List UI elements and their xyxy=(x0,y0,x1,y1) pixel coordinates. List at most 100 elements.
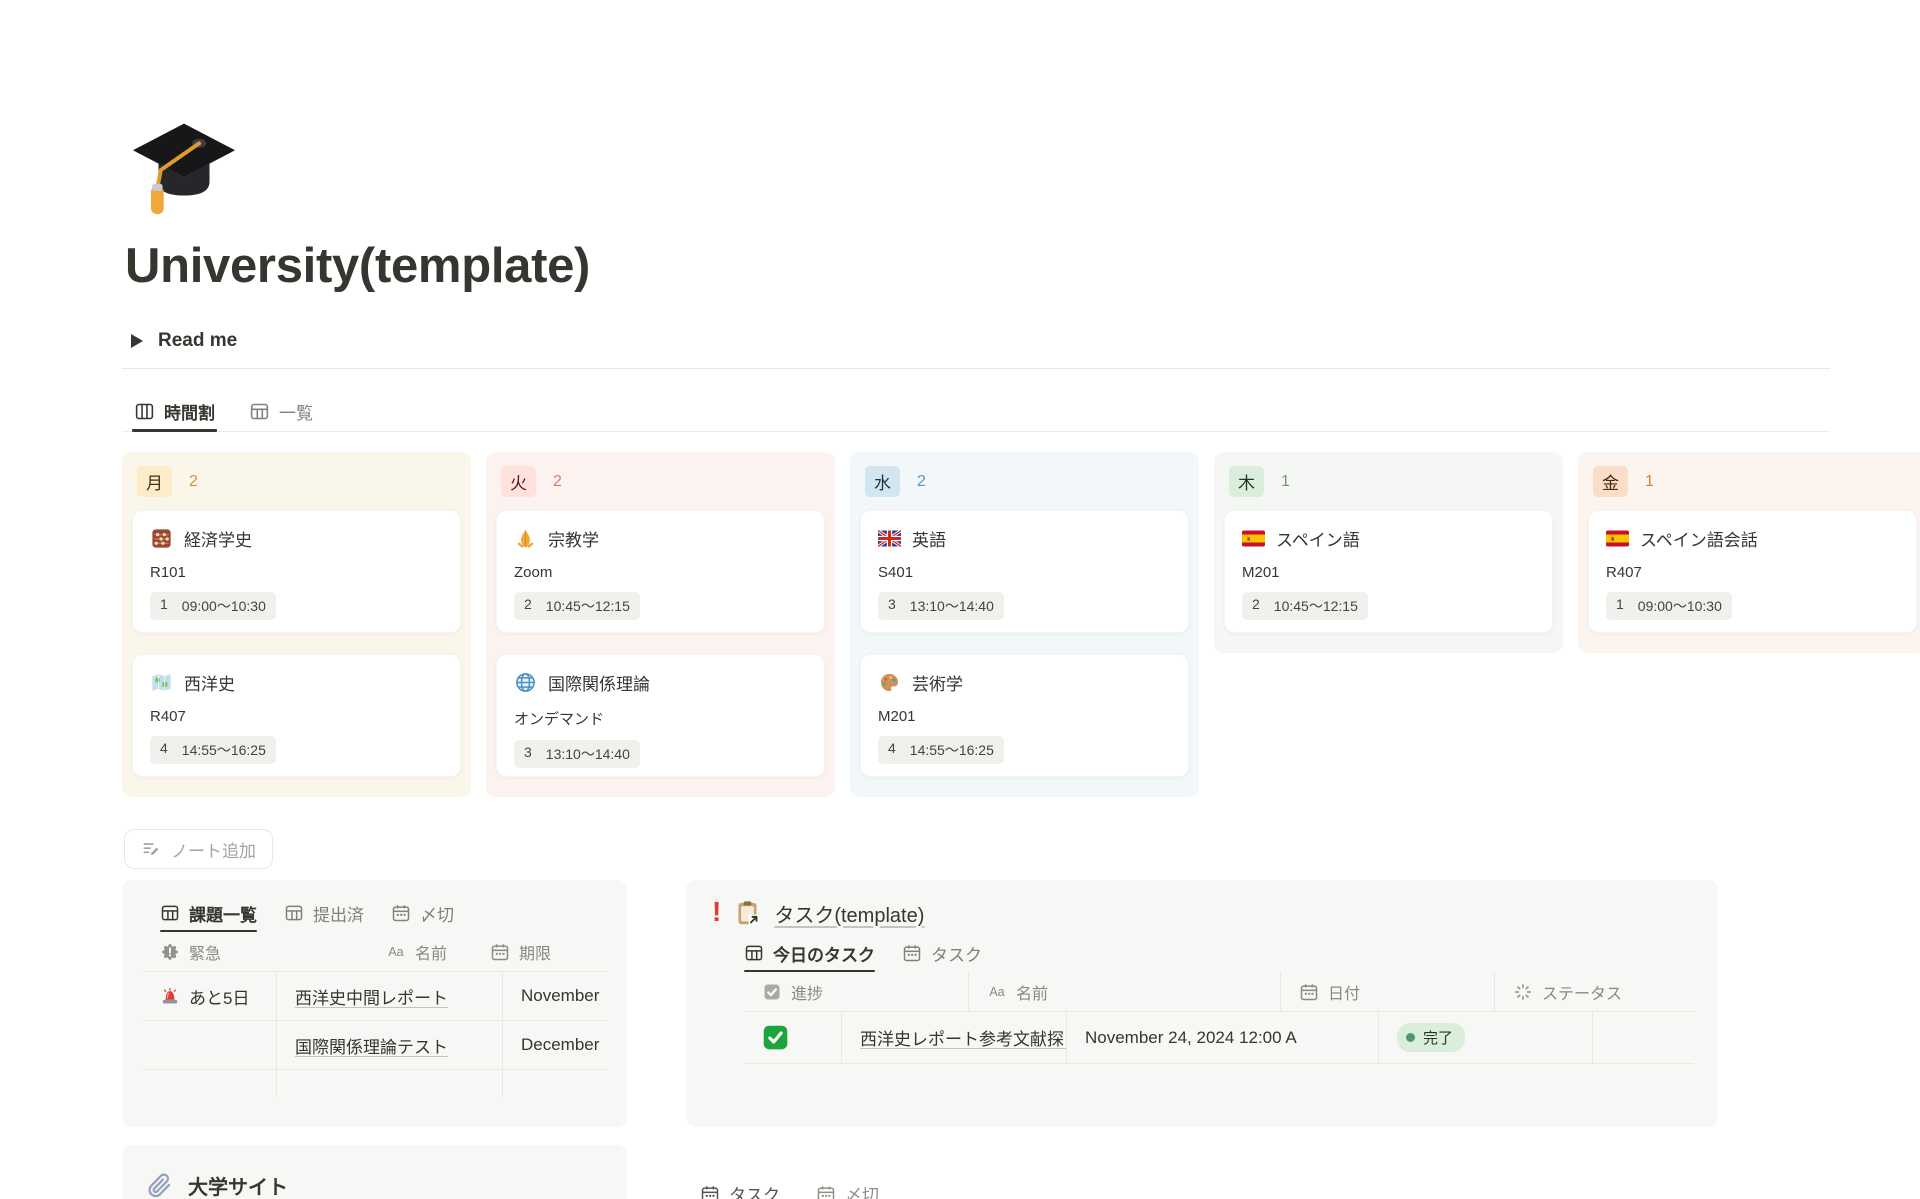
board-icon xyxy=(134,401,155,422)
task-link[interactable]: 西洋史レポート参考文献探し xyxy=(860,1025,1067,1050)
view-tab[interactable]: 時間割 xyxy=(132,392,217,431)
assignments-header-row: 緊急 Aa 名前 期限 xyxy=(142,932,607,972)
readme-toggle[interactable]: Read me xyxy=(131,330,237,352)
due-cell: December xyxy=(503,1021,607,1069)
tasks-tab[interactable]: 今日のタスク xyxy=(744,934,875,972)
class-card[interactable]: 経済学史 R101 1 09:00〜10:30 xyxy=(132,510,461,633)
urgent-cell xyxy=(142,1021,277,1069)
column-header[interactable]: Aa 名前 xyxy=(969,972,1281,1011)
column-header-label: 名前 xyxy=(1016,980,1048,1004)
view-tab[interactable]: 一覧 xyxy=(247,392,315,431)
date-cell: November 24, 2024 12:00 A xyxy=(1067,1012,1379,1063)
card-count: 2 xyxy=(917,473,926,491)
class-period: 3 xyxy=(524,744,532,764)
day-badge: 月 xyxy=(137,466,172,497)
compose-icon xyxy=(141,839,161,859)
links-panel: 大学サイト xyxy=(122,1145,627,1199)
board-column-header[interactable]: 火 2 xyxy=(501,466,820,497)
class-card[interactable]: 英語 S401 3 13:10〜14:40 xyxy=(860,510,1189,633)
column-header[interactable]: 日付 xyxy=(1281,972,1495,1011)
class-period: 2 xyxy=(524,596,532,616)
class-time: 13:10〜14:40 xyxy=(546,744,630,764)
pray-icon xyxy=(514,527,537,550)
board-column-header[interactable]: 月 2 xyxy=(137,466,456,497)
add-note-button[interactable]: ノート追加 xyxy=(124,829,273,869)
bottom-tab-label: 〆切 xyxy=(845,1181,879,1199)
assignments-tab[interactable]: 課題一覧 xyxy=(160,894,257,932)
due-label: December xyxy=(521,1035,599,1055)
card-list: 宗教学 Zoom 2 10:45〜12:15 国際関係理論 xyxy=(496,510,825,777)
class-card[interactable]: 芸術学 M201 4 14:55〜16:25 xyxy=(860,654,1189,777)
card-list: 経済学史 R101 1 09:00〜10:30 西洋史 xyxy=(132,510,461,777)
column-header[interactable]: ステータス xyxy=(1495,972,1632,1011)
bottom-tab-label: タスク xyxy=(729,1181,780,1199)
view-tab-label: 一覧 xyxy=(279,399,313,424)
day-badge: 水 xyxy=(865,466,900,497)
board-column-header[interactable]: 金 1 xyxy=(1593,466,1912,497)
class-name: 宗教学 xyxy=(548,526,599,551)
tasks-tab-label: 今日のタスク xyxy=(773,941,875,966)
tasks-header-row: 進捗 Aa 名前 日付 ステータス xyxy=(744,972,1694,1012)
class-period: 4 xyxy=(888,740,896,760)
class-time-pill: 4 14:55〜16:25 xyxy=(150,736,276,764)
class-card[interactable]: 国際関係理論 オンデマンド 3 13:10〜14:40 xyxy=(496,654,825,777)
column-header-label: 進捗 xyxy=(791,980,823,1004)
uk-flag-icon xyxy=(878,527,901,550)
column-header-label: 期限 xyxy=(519,940,551,964)
readme-label: Read me xyxy=(158,330,237,352)
tasks-tabs: 今日のタスク タスク xyxy=(744,934,1694,972)
class-time-pill: 2 10:45〜12:15 xyxy=(514,592,640,620)
assignments-tab-label: 提出済 xyxy=(313,901,364,926)
class-name: 国際関係理論 xyxy=(548,670,650,695)
green-check-icon[interactable] xyxy=(762,1024,789,1051)
class-room: R101 xyxy=(150,564,443,581)
assignments-tab-label: 〆切 xyxy=(420,901,454,926)
class-card[interactable]: 西洋史 R407 4 14:55〜16:25 xyxy=(132,654,461,777)
bottom-tab[interactable]: 〆切 xyxy=(816,1181,879,1199)
globe-icon xyxy=(514,671,537,694)
class-room: R407 xyxy=(150,708,443,725)
table-icon xyxy=(160,903,180,923)
name-cell: 西洋史レポート参考文献探し xyxy=(842,1012,1067,1063)
class-name: 芸術学 xyxy=(912,670,963,695)
tasks-tab[interactable]: タスク xyxy=(902,934,982,972)
class-card[interactable]: スペイン語会話 R407 1 09:00〜10:30 xyxy=(1588,510,1917,633)
assignments-tab[interactable]: 〆切 xyxy=(391,894,454,932)
progress-cell xyxy=(744,1012,842,1063)
calendar-icon xyxy=(700,1184,720,1199)
assignments-rows: あと5日 西洋史中間レポート November 国際関係理論テスト xyxy=(142,972,607,1070)
svg-text:Aa: Aa xyxy=(388,945,403,959)
class-room: M201 xyxy=(1242,564,1535,581)
assignment-link[interactable]: 西洋史中間レポート xyxy=(295,984,448,1009)
column-header[interactable]: 期限 xyxy=(472,932,561,971)
column-header[interactable]: 緊急 xyxy=(142,932,368,971)
assignment-link[interactable]: 国際関係理論テスト xyxy=(295,1033,448,1058)
bottom-tabs: タスク 〆切 xyxy=(700,1181,879,1199)
column-header[interactable]: 進捗 xyxy=(744,972,969,1011)
due-label: November xyxy=(521,986,599,1006)
class-card[interactable]: 宗教学 Zoom 2 10:45〜12:15 xyxy=(496,510,825,633)
class-card[interactable]: スペイン語 M201 2 10:45〜12:15 xyxy=(1224,510,1553,633)
column-header[interactable]: Aa 名前 xyxy=(368,932,472,971)
class-time: 09:00〜10:30 xyxy=(182,596,266,616)
urgent-label: あと5日 xyxy=(189,984,249,1009)
board-column-header[interactable]: 木 1 xyxy=(1229,466,1548,497)
class-time-pill: 2 10:45〜12:15 xyxy=(1242,592,1368,620)
class-time: 09:00〜10:30 xyxy=(1638,596,1722,616)
class-time: 13:10〜14:40 xyxy=(910,596,994,616)
date-label: November 24, 2024 12:00 A xyxy=(1085,1028,1297,1048)
bottom-tab[interactable]: タスク xyxy=(700,1181,780,1199)
tasks-page-link[interactable]: タスク(template) xyxy=(774,899,924,928)
checkbox-icon xyxy=(762,982,782,1002)
class-period: 1 xyxy=(1616,596,1624,616)
class-name: 経済学史 xyxy=(184,526,252,551)
assignments-tab[interactable]: 提出済 xyxy=(284,894,364,932)
class-time-pill: 3 13:10〜14:40 xyxy=(878,592,1004,620)
empty-row xyxy=(142,1070,607,1098)
class-time: 10:45〜12:15 xyxy=(546,596,630,616)
name-cell: 国際関係理論テスト xyxy=(277,1021,503,1069)
board-column-header[interactable]: 水 2 xyxy=(865,466,1184,497)
timetable-board: 月 2 経済学史 R101 1 09:00〜10:30 xyxy=(122,452,1920,797)
graduation-cap-icon[interactable] xyxy=(126,112,242,228)
class-room: M201 xyxy=(878,708,1171,725)
